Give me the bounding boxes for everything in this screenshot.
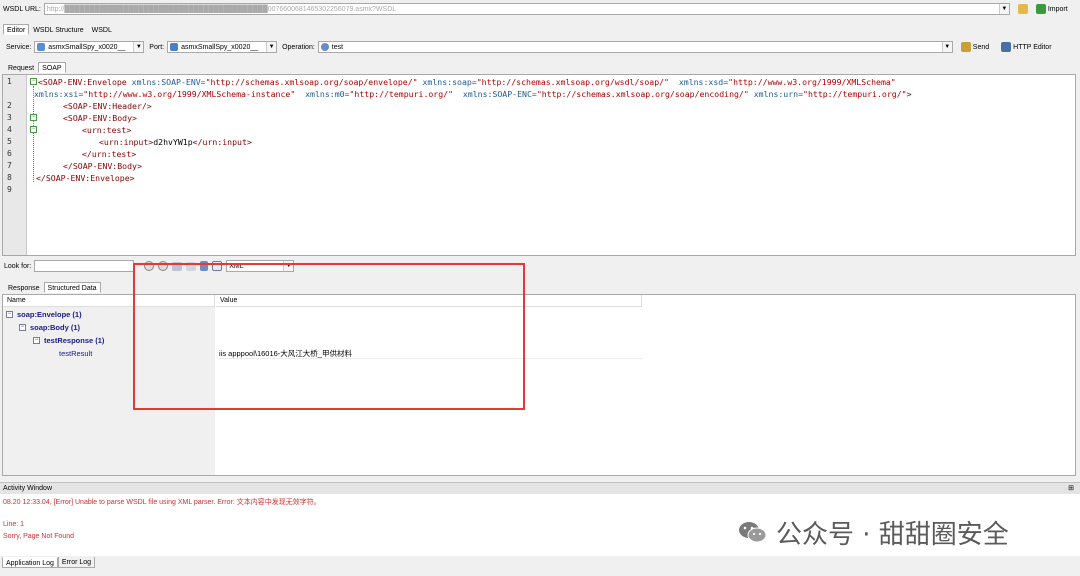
tab-application-log[interactable]: Application Log — [2, 557, 58, 568]
code-line-1-wrap: xmlns:xsi="http://www.w3.org/1999/XMLSch… — [34, 89, 912, 99]
wechat-icon — [739, 521, 767, 542]
log-line: Line: 1 — [3, 521, 25, 528]
bottom-tabs: Application Log Error Log — [0, 557, 1080, 576]
line-gutter: 1 2 3 4 5 6 7 8 9 — [3, 75, 27, 255]
watermark-text: 公众号 · 甜甜圈安全 — [776, 520, 1009, 550]
line-number: 2 — [7, 101, 12, 110]
open-folder-icon[interactable] — [1017, 4, 1028, 14]
code-line-2: <SOAP-ENV:Header/> — [63, 101, 152, 111]
collapse-icon[interactable]: − — [6, 311, 13, 318]
service-label: Service: — [6, 43, 32, 51]
send-icon — [960, 42, 971, 52]
tree-node-testresponse[interactable]: − testResponse (1) — [33, 336, 104, 345]
code-line-5: <urn:input>d2hvYW1p</urn:input> — [99, 137, 252, 147]
line-number: 6 — [7, 149, 12, 158]
operation-icon — [320, 43, 329, 51]
tree-node-label: testResponse (1) — [44, 336, 105, 345]
log-line: Sorry, Page Not Found — [3, 533, 75, 540]
chevron-down-icon[interactable]: ▼ — [133, 42, 144, 52]
tab-wsdl-structure[interactable]: WSDL Structure — [29, 24, 87, 35]
chevron-down-icon[interactable]: ▼ — [266, 42, 277, 52]
operation-value: test — [331, 43, 344, 51]
wsdl-url-row: WSDL URL: http://███████████████████████… — [0, 2, 1080, 16]
tree-node-testresult[interactable]: testResult — [59, 349, 92, 358]
tab-request[interactable]: Request — [4, 62, 38, 73]
request-tabs: Request SOAP — [0, 61, 1080, 73]
collapse-icon[interactable]: − — [33, 337, 40, 344]
look-for-label: Look for: — [4, 262, 32, 270]
watermark: 公众号 · 甜甜圈安全 — [738, 514, 1009, 551]
tab-editor[interactable]: Editor — [3, 24, 30, 35]
fold-toggle[interactable]: − — [30, 78, 37, 85]
tree-node-label: soap:Envelope (1) — [17, 310, 82, 319]
soap-editor[interactable]: 1 2 3 4 5 6 7 8 9 − − − <SOAP-ENV:Envelo… — [2, 74, 1076, 256]
http-editor-label: HTTP Editor — [1013, 43, 1052, 51]
log-line: 08.20 12:33.04, [Error] Unable to parse … — [3, 499, 321, 506]
http-editor-icon — [1001, 42, 1012, 52]
top-tabs: Editor WSDL Structure WSDL — [0, 23, 1080, 35]
tab-soap[interactable]: SOAP — [38, 62, 66, 73]
fold-toggle[interactable]: − — [30, 114, 37, 121]
code-line-3: <SOAP-ENV:Body> — [63, 113, 137, 123]
tab-wsdl[interactable]: WSDL — [88, 24, 116, 35]
collapse-icon[interactable]: − — [19, 324, 26, 331]
http-editor-button[interactable]: HTTP Editor — [1001, 42, 1052, 52]
code-line-7: </SOAP-ENV:Body> — [63, 161, 142, 171]
tree-node-label: testResult — [59, 349, 93, 358]
tree-node-envelope[interactable]: − soap:Envelope (1) — [6, 310, 82, 319]
service-select[interactable]: asmxSmallSpy_x0020__ ▼ — [34, 41, 145, 53]
fold-guide — [33, 86, 34, 182]
wsdl-url-label: WSDL URL: — [3, 5, 41, 13]
service-value: asmxSmallSpy_x0020__ — [48, 43, 126, 51]
wsdl-url-value: http://█████████████████████████████████… — [46, 5, 397, 13]
service-icon — [37, 43, 46, 51]
chevron-down-icon[interactable]: ▼ — [941, 42, 952, 52]
line-number: 7 — [7, 161, 12, 170]
code-line-4: <urn:test> — [82, 125, 132, 135]
code-line-6: </urn:test> — [82, 149, 137, 159]
import-label: Import — [1047, 5, 1068, 13]
activity-window-header: Activity Window ⊞ — [0, 482, 1080, 494]
tab-response[interactable]: Response — [4, 282, 44, 293]
line-number: 8 — [7, 173, 12, 182]
tab-error-log[interactable]: Error Log — [57, 557, 96, 568]
service-row: Service: asmxSmallSpy_x0020__ ▼ Port: as… — [0, 40, 1080, 54]
search-input[interactable] — [34, 260, 135, 272]
tree-node-label: soap:Body (1) — [30, 323, 81, 332]
port-icon — [170, 43, 179, 51]
wsdl-url-input[interactable]: http://█████████████████████████████████… — [43, 3, 1010, 15]
port-value: asmxSmallSpy_x0020__ — [181, 43, 259, 51]
operation-label: Operation: — [282, 43, 315, 51]
chevron-down-icon[interactable]: ▼ — [998, 4, 1009, 14]
import-button[interactable]: Import — [1035, 4, 1068, 14]
fold-toggle[interactable]: − — [30, 126, 37, 133]
tree-node-body[interactable]: − soap:Body (1) — [19, 323, 80, 332]
import-icon — [1035, 4, 1046, 14]
code-line-1: <SOAP-ENV:Envelope xmlns:SOAP-ENV="http:… — [38, 77, 896, 87]
port-select[interactable]: asmxSmallSpy_x0020__ ▼ — [167, 41, 278, 53]
highlight-box — [133, 263, 525, 410]
line-number: 3 — [7, 113, 12, 122]
line-number: 9 — [7, 185, 12, 194]
activity-window-title: Activity Window — [3, 485, 53, 492]
line-number: 4 — [7, 125, 12, 134]
port-label: Port: — [149, 43, 165, 51]
send-button[interactable]: Send — [960, 42, 990, 52]
line-number: 1 — [7, 77, 12, 86]
send-label: Send — [972, 43, 990, 51]
tab-structured-data[interactable]: Structured Data — [43, 282, 101, 293]
line-number: 5 — [7, 137, 12, 146]
operation-select[interactable]: test ▼ — [317, 41, 953, 53]
code-line-8: </SOAP-ENV:Envelope> — [36, 173, 135, 183]
